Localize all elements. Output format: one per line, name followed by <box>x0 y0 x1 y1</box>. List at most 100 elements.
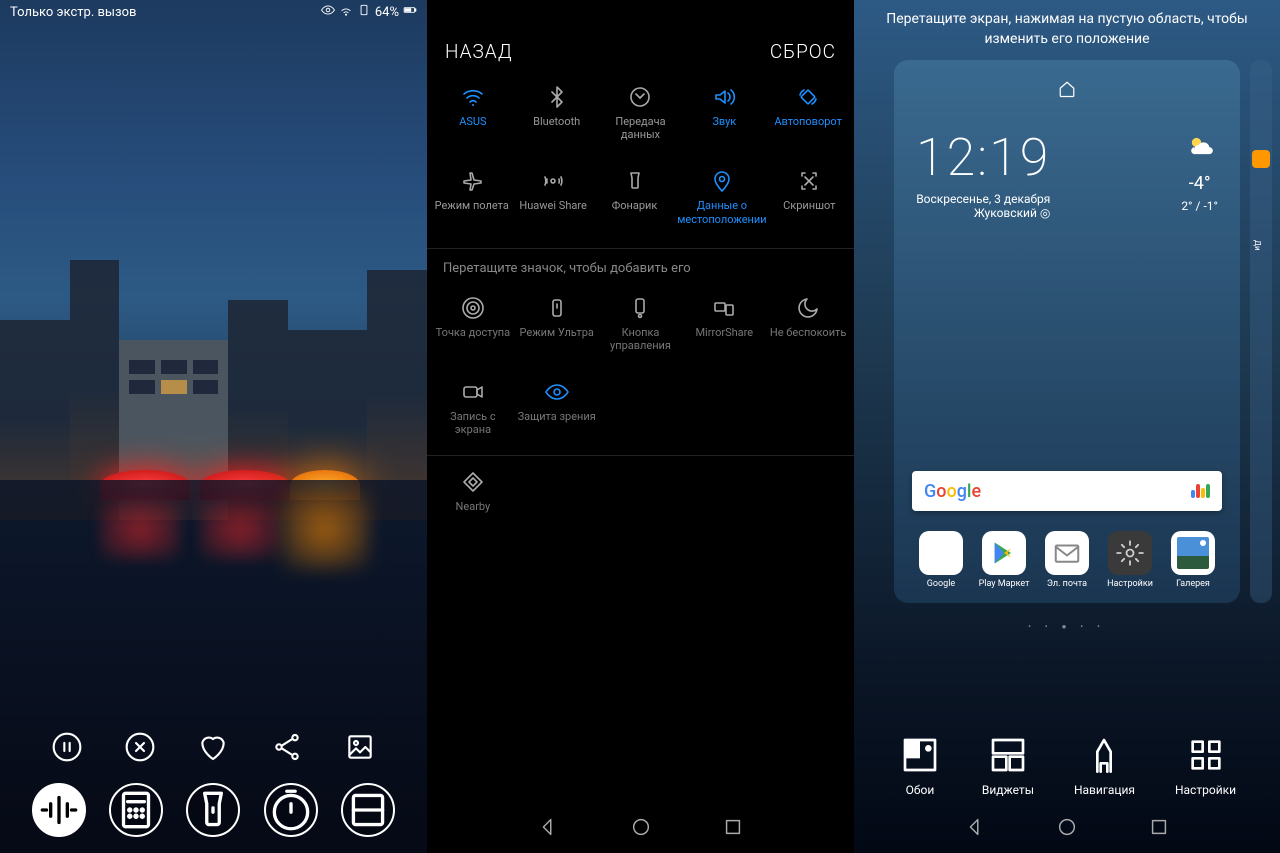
tile-location[interactable]: Данные о местоположении <box>675 161 768 233</box>
google-logo: Google <box>924 481 981 502</box>
wallpaper-button[interactable]: Обои <box>898 733 942 797</box>
airplane-icon <box>460 169 484 193</box>
widgets-button[interactable]: Виджеты <box>982 733 1034 797</box>
mirror-icon <box>712 296 736 320</box>
tile-screenrecord[interactable]: Запись с экрана <box>431 372 515 444</box>
sim-icon <box>357 3 371 21</box>
tile-mirror[interactable]: MirrorShare <box>682 288 766 360</box>
timer-button[interactable] <box>264 783 318 837</box>
delete-button[interactable] <box>124 731 156 763</box>
data-icon <box>628 85 652 109</box>
clock-time: 12:19 <box>916 132 1050 184</box>
mic-icon[interactable] <box>1191 484 1210 498</box>
pause-button[interactable] <box>51 731 83 763</box>
wallpaper-buildings <box>0 180 427 520</box>
google-search-bar[interactable]: Google <box>912 471 1222 511</box>
favorite-button[interactable] <box>197 731 229 763</box>
nav-home[interactable] <box>1056 816 1078 842</box>
weather-widget: -4° 2° / -1° <box>1181 132 1218 215</box>
screenshot-icon <box>797 169 821 193</box>
image-button[interactable] <box>344 731 376 763</box>
share-button[interactable] <box>271 731 303 763</box>
nav-back[interactable] <box>537 816 559 842</box>
lockscreen-panel: Только экстр. вызов 64% <box>0 0 427 853</box>
app-google[interactable]: Google <box>914 531 968 589</box>
navbar <box>427 805 854 853</box>
qs-active-row2: Режим полета Huawei Share Фонарик Данные… <box>427 155 854 239</box>
tile-airplane[interactable]: Режим полета <box>431 161 512 233</box>
status-icons: 64% <box>321 3 417 21</box>
homescreen-preview[interactable]: 12:19 Воскресенье, 3 декабря Жуковский ◎… <box>894 60 1240 603</box>
navball-icon <box>628 296 652 320</box>
ultra-icon <box>545 296 569 320</box>
reset-button[interactable]: СБРОС <box>770 40 836 63</box>
nav-back[interactable] <box>964 816 986 842</box>
flashlight-button[interactable] <box>186 783 240 837</box>
back-button[interactable]: НАЗАД <box>445 40 513 63</box>
voice-button[interactable] <box>32 783 86 837</box>
launcher-hint: Перетащите экран, нажимая на пустую обла… <box>854 0 1280 59</box>
share-icon <box>541 169 565 193</box>
tile-bluetooth[interactable]: Bluetooth <box>515 77 599 149</box>
home-icon <box>912 74 1222 122</box>
record-icon <box>461 380 485 404</box>
status-bar: Только экстр. вызов 64% <box>0 0 427 24</box>
app-dock: Google Play Маркет Эл. почта Настройки Г… <box>912 531 1222 589</box>
wifi-icon <box>339 3 353 21</box>
nav-recent[interactable] <box>722 816 744 842</box>
tile-ultra[interactable]: Режим Ультра <box>515 288 599 360</box>
tile-hotspot[interactable]: Точка доступа <box>431 288 515 360</box>
tile-eyecare[interactable]: Защита зрения <box>515 372 599 444</box>
eye-icon <box>321 3 335 21</box>
tile-screenshot[interactable]: Скриншот <box>769 161 850 233</box>
location-icon <box>710 169 734 193</box>
clock-date: Воскресенье, 3 декабря Жуковский ◎ <box>916 192 1050 220</box>
flashlight-icon <box>623 169 647 193</box>
sound-icon <box>712 85 736 109</box>
qs-inactive-row1: Точка доступа Режим Ультра Кнопка управл… <box>427 282 854 366</box>
qs-active-row1: ASUS Bluetooth Передача данных Звук Авто… <box>427 71 854 155</box>
tile-nearby[interactable]: Nearby <box>431 462 515 521</box>
qs-inactive-row3: Nearby <box>427 456 854 527</box>
tile-flashlight[interactable]: Фонарик <box>594 161 675 233</box>
tile-huaweishare[interactable]: Huawei Share <box>512 161 593 233</box>
tile-dnd[interactable]: Не беспокоить <box>766 288 850 360</box>
nearby-icon <box>461 470 485 494</box>
hotspot-icon <box>461 296 485 320</box>
clock-weather-widget[interactable]: 12:19 Воскресенье, 3 декабря Жуковский ◎… <box>912 122 1222 236</box>
quick-settings-panel: НАЗАД СБРОС ASUS Bluetooth Передача данн… <box>427 0 854 853</box>
eye-icon <box>545 380 569 404</box>
bluetooth-icon <box>545 85 569 109</box>
battery-text: 64% <box>375 5 399 20</box>
tile-data[interactable]: Передача данных <box>599 77 683 149</box>
status-text: Только экстр. вызов <box>10 5 136 20</box>
app-playmarket[interactable]: Play Маркет <box>977 531 1031 589</box>
weather-icon <box>1181 132 1218 165</box>
settings-button[interactable]: Настройки <box>1175 733 1236 797</box>
nav-recent[interactable] <box>1148 816 1170 842</box>
rotate-icon <box>796 85 820 109</box>
navigation-button[interactable]: Навигация <box>1074 733 1135 797</box>
launcher-edit-panel: Перетащите экран, нажимая на пустую обла… <box>854 0 1280 853</box>
page-indicator: • • ● • • <box>854 622 1280 631</box>
nav-home[interactable] <box>630 816 652 842</box>
app-email[interactable]: Эл. почта <box>1040 531 1094 589</box>
app-gallery[interactable]: Галерея <box>1166 531 1220 589</box>
tile-navball[interactable]: Кнопка управления <box>599 288 683 360</box>
app-settings[interactable]: Настройки <box>1103 531 1157 589</box>
qs-inactive-row2: Запись с экрана Защита зрения <box>427 366 854 450</box>
wifi-icon <box>461 85 485 109</box>
launcher-edit-bar: Обои Виджеты Навигация Настройки <box>854 733 1280 797</box>
calculator-button[interactable] <box>109 783 163 837</box>
lockscreen-small-toolbar <box>0 731 427 763</box>
tile-autorotate[interactable]: Автоповорот <box>766 77 850 149</box>
location-pin-icon: ◎ <box>1040 206 1050 220</box>
dnd-icon <box>796 296 820 320</box>
qs-hint: Перетащите значок, чтобы добавить его <box>427 248 854 282</box>
tile-sound[interactable]: Звук <box>682 77 766 149</box>
scanner-button[interactable] <box>341 783 395 837</box>
tile-wifi[interactable]: ASUS <box>431 77 515 149</box>
battery-icon <box>403 3 417 21</box>
adjacent-screen-right[interactable]: Ди <box>1250 60 1272 603</box>
qs-header: НАЗАД СБРОС <box>427 24 854 71</box>
